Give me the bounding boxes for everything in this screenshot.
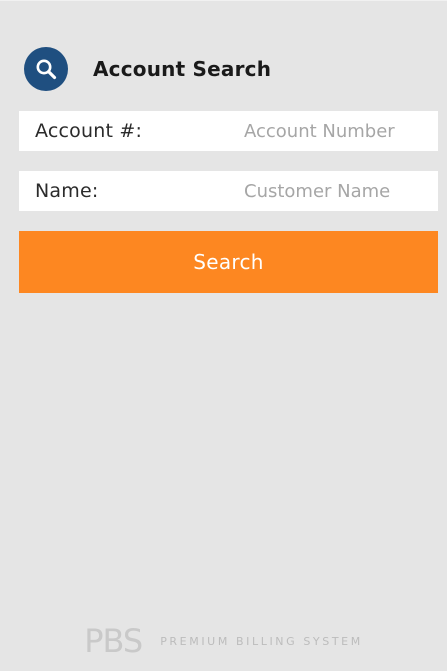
account-search-screen: Account Search Account #: Name: Search P…: [0, 0, 447, 671]
customer-name-label: Name:: [35, 180, 99, 202]
page-title: Account Search: [93, 57, 272, 81]
footer-branding: PBS PREMIUM BILLING SYSTEM: [0, 621, 447, 661]
search-button[interactable]: Search: [19, 231, 438, 293]
account-number-field: Account #:: [19, 111, 438, 151]
pbs-logo: PBS: [84, 622, 143, 660]
account-number-label: Account #:: [35, 120, 143, 142]
footer-tagline: PREMIUM BILLING SYSTEM: [160, 634, 363, 648]
customer-name-input[interactable]: [230, 171, 438, 211]
account-number-input[interactable]: [230, 111, 438, 151]
customer-name-field: Name:: [19, 171, 438, 211]
page-header: Account Search: [24, 47, 271, 91]
search-icon: [24, 47, 68, 91]
